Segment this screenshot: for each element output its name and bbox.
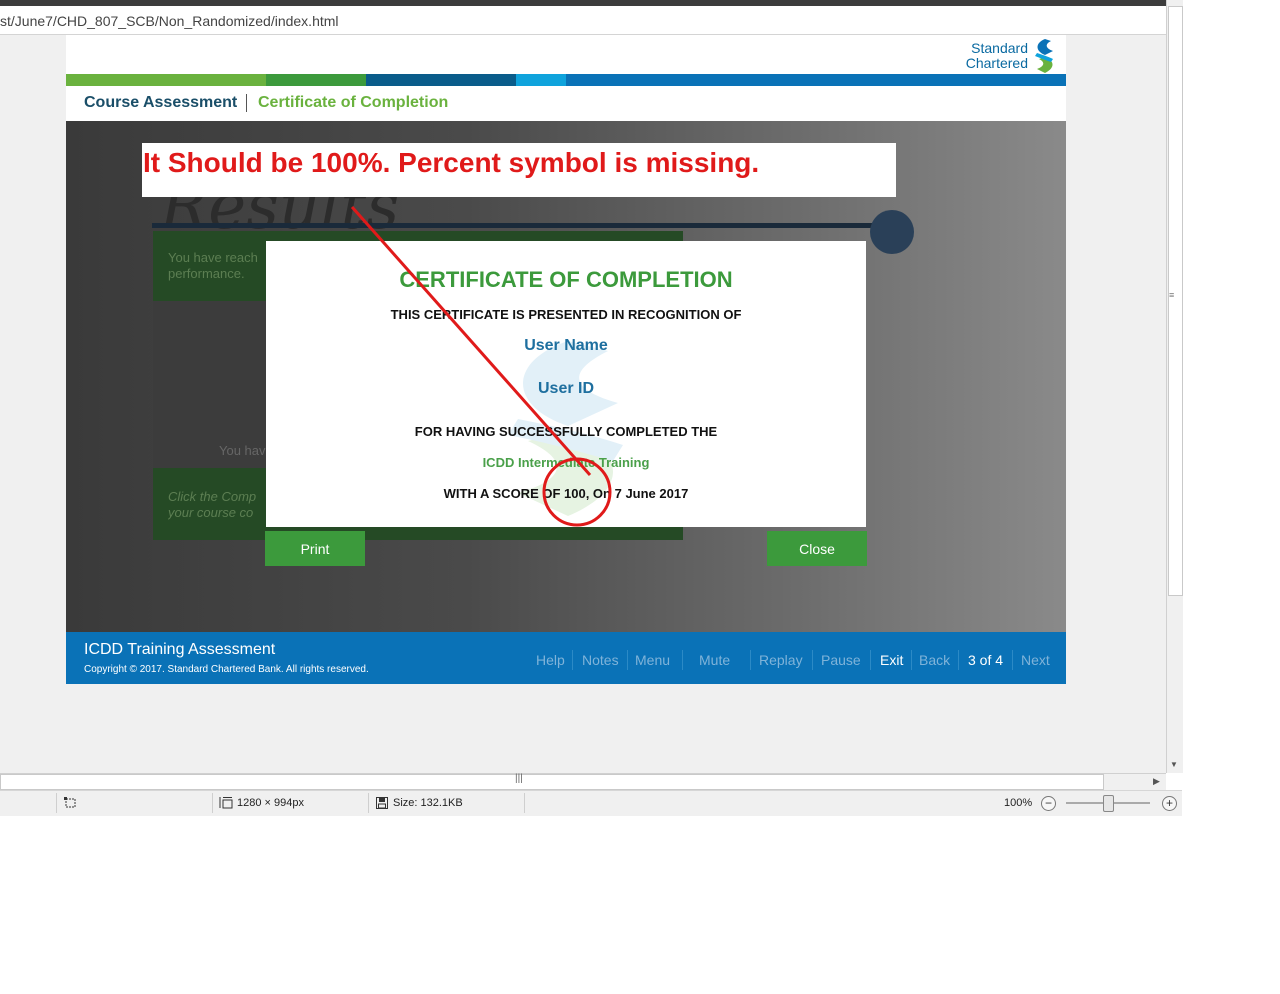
scroll-down-icon[interactable]: ▼ [1170, 760, 1178, 769]
header-stripe-lime [66, 74, 266, 86]
close-button[interactable]: Close [767, 531, 867, 566]
status-divider [56, 793, 57, 813]
status-divider [368, 793, 369, 813]
nav-exit[interactable]: Exit [880, 652, 903, 668]
footer-title: ICDD Training Assessment [84, 641, 276, 658]
breadcrumb-current: Certificate of Completion [258, 94, 449, 111]
zoom-out-icon[interactable]: − [1041, 796, 1056, 811]
nav-pause[interactable]: Pause [821, 652, 861, 668]
scroll-grip-icon: ||| [515, 773, 523, 784]
footer-copyright: Copyright © 2017. Standard Chartered Ban… [84, 664, 369, 675]
standard-chartered-logo: Standard Chartered [946, 41, 1028, 71]
certificate-user-name: User Name [524, 337, 608, 354]
result-panel-text: You have reach performance. [168, 250, 258, 281]
certificate-title: CERTIFICATE OF COMPLETION [399, 267, 733, 292]
logo-line2: Chartered [965, 55, 1028, 71]
scroll-grip-icon: ≡ [1169, 290, 1175, 300]
image-dimensions: 1280 × 994px [237, 797, 304, 809]
certificate-user-id: User ID [537, 380, 595, 397]
nav-divider [870, 650, 871, 670]
save-disk-icon [376, 797, 388, 809]
nav-divider [627, 650, 628, 670]
nav-replay[interactable]: Replay [759, 652, 803, 668]
url-text[interactable]: st/June7/CHD_807_SCB/Non_Randomized/inde… [0, 13, 339, 29]
nav-divider [911, 650, 912, 670]
marker-pen-tip [870, 210, 914, 254]
nav-divider [572, 650, 573, 670]
marker-pen-line [152, 223, 892, 228]
result-instruction-text: Click the Comp your course co [168, 489, 257, 520]
header-stripe-blue [566, 74, 1066, 86]
annotation-text: It Should be 100%. Percent symbol is mis… [143, 147, 760, 178]
certificate-presented-text: THIS CERTIFICATE IS PRESENTED IN RECOGNI… [390, 307, 742, 322]
breadcrumb-course[interactable]: Course Assessment [84, 94, 237, 112]
nav-divider [682, 650, 683, 670]
scroll-right-icon[interactable]: ▶ [1153, 776, 1160, 787]
nav-mute[interactable]: Mute [699, 652, 730, 668]
zoom-slider-thumb[interactable] [1103, 795, 1114, 812]
nav-divider [958, 650, 959, 670]
vertical-scroll-thumb[interactable] [1168, 6, 1183, 596]
header-stripe-cyan [516, 74, 566, 86]
nav-next[interactable]: Next [1021, 652, 1050, 668]
header-stripe-navy [366, 74, 516, 86]
certificate-score-line: WITH A SCORE OF 100, On 7 June 2017 [443, 486, 689, 501]
standard-chartered-logo-icon [1035, 39, 1053, 73]
zoom-in-icon[interactable]: + [1162, 796, 1177, 811]
certificate-completed-text: FOR HAVING SUCCESSFULLY COMPLETED THE [414, 424, 718, 439]
nav-divider [1012, 650, 1013, 670]
nav-divider [812, 650, 813, 670]
header-stripe-green [266, 74, 366, 86]
nav-help[interactable]: Help [536, 652, 565, 668]
nav-menu[interactable]: Menu [635, 652, 670, 668]
logo-line1: Standard [971, 40, 1028, 56]
nav-notes[interactable]: Notes [582, 652, 619, 668]
nav-divider [750, 650, 751, 670]
result-middle-text: You hav [219, 443, 266, 458]
status-divider [524, 793, 525, 813]
print-button[interactable]: Print [265, 531, 365, 566]
page-indicator: 3 of 4 [968, 652, 1004, 668]
breadcrumb-divider [246, 94, 247, 112]
file-size: Size: 132.1KB [393, 797, 463, 809]
zoom-level: 100% [1004, 797, 1033, 809]
certificate-dialog: CERTIFICATE OF COMPLETION THIS CERTIFICA… [266, 241, 866, 527]
nav-back[interactable]: Back [919, 652, 950, 668]
horizontal-scroll-thumb[interactable] [0, 774, 1104, 790]
dimensions-icon [219, 797, 233, 809]
certificate-course-name: ICDD Intermediate Training [482, 455, 650, 470]
select-region-icon[interactable] [64, 797, 77, 809]
status-divider [212, 793, 213, 813]
